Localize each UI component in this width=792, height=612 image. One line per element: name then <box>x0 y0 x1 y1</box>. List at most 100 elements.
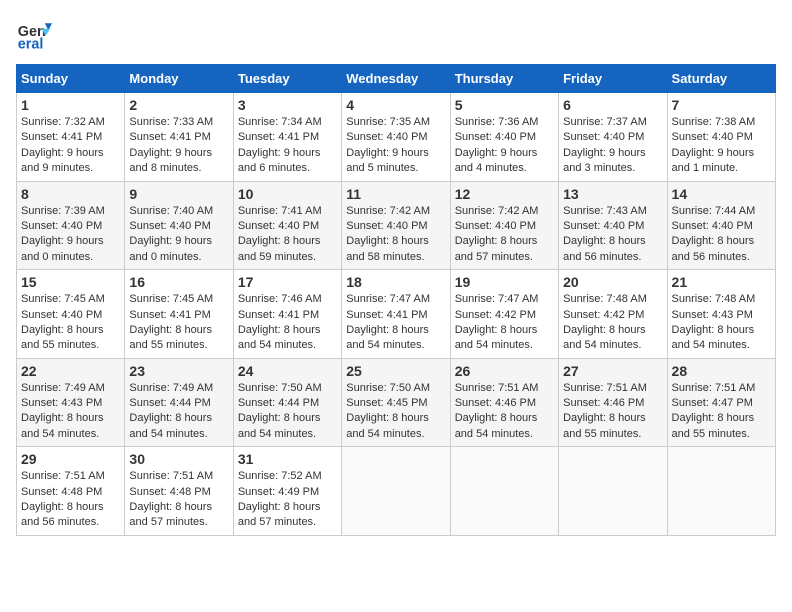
day-info: Sunrise: 7:38 AM Sunset: 4:40 PM Dayligh… <box>672 115 771 177</box>
day-number: 9 <box>129 186 228 202</box>
day-number: 14 <box>672 186 771 202</box>
day-number: 8 <box>21 186 120 202</box>
day-number: 30 <box>129 451 228 467</box>
day-info: Sunrise: 7:39 AM Sunset: 4:40 PM Dayligh… <box>21 204 120 266</box>
day-cell: 29 Sunrise: 7:51 AM Sunset: 4:48 PM Dayl… <box>17 447 125 536</box>
day-cell: 20 Sunrise: 7:48 AM Sunset: 4:42 PM Dayl… <box>559 270 667 359</box>
day-info: Sunrise: 7:35 AM Sunset: 4:40 PM Dayligh… <box>346 115 445 177</box>
day-number: 3 <box>238 97 337 113</box>
day-info: Sunrise: 7:45 AM Sunset: 4:41 PM Dayligh… <box>129 292 228 354</box>
week-row-4: 22 Sunrise: 7:49 AM Sunset: 4:43 PM Dayl… <box>17 358 776 447</box>
logo-icon: Gen eral <box>16 16 52 52</box>
week-row-3: 15 Sunrise: 7:45 AM Sunset: 4:40 PM Dayl… <box>17 270 776 359</box>
day-info: Sunrise: 7:51 AM Sunset: 4:48 PM Dayligh… <box>129 469 228 531</box>
day-cell: 28 Sunrise: 7:51 AM Sunset: 4:47 PM Dayl… <box>667 358 775 447</box>
day-info: Sunrise: 7:40 AM Sunset: 4:40 PM Dayligh… <box>129 204 228 266</box>
day-info: Sunrise: 7:49 AM Sunset: 4:43 PM Dayligh… <box>21 381 120 443</box>
day-number: 12 <box>455 186 554 202</box>
day-info: Sunrise: 7:51 AM Sunset: 4:48 PM Dayligh… <box>21 469 120 531</box>
day-cell: 6 Sunrise: 7:37 AM Sunset: 4:40 PM Dayli… <box>559 93 667 182</box>
day-cell: 2 Sunrise: 7:33 AM Sunset: 4:41 PM Dayli… <box>125 93 233 182</box>
day-cell: 18 Sunrise: 7:47 AM Sunset: 4:41 PM Dayl… <box>342 270 450 359</box>
day-number: 15 <box>21 274 120 290</box>
page-header: Gen eral <box>16 16 776 52</box>
day-cell: 7 Sunrise: 7:38 AM Sunset: 4:40 PM Dayli… <box>667 93 775 182</box>
day-cell: 27 Sunrise: 7:51 AM Sunset: 4:46 PM Dayl… <box>559 358 667 447</box>
day-info: Sunrise: 7:51 AM Sunset: 4:47 PM Dayligh… <box>672 381 771 443</box>
day-number: 17 <box>238 274 337 290</box>
col-header-sunday: Sunday <box>17 65 125 93</box>
day-cell: 12 Sunrise: 7:42 AM Sunset: 4:40 PM Dayl… <box>450 181 558 270</box>
day-cell: 23 Sunrise: 7:49 AM Sunset: 4:44 PM Dayl… <box>125 358 233 447</box>
day-number: 26 <box>455 363 554 379</box>
col-header-thursday: Thursday <box>450 65 558 93</box>
day-cell: 4 Sunrise: 7:35 AM Sunset: 4:40 PM Dayli… <box>342 93 450 182</box>
day-number: 22 <box>21 363 120 379</box>
day-info: Sunrise: 7:32 AM Sunset: 4:41 PM Dayligh… <box>21 115 120 177</box>
day-cell <box>667 447 775 536</box>
day-number: 4 <box>346 97 445 113</box>
day-number: 25 <box>346 363 445 379</box>
day-info: Sunrise: 7:43 AM Sunset: 4:40 PM Dayligh… <box>563 204 662 266</box>
day-info: Sunrise: 7:51 AM Sunset: 4:46 PM Dayligh… <box>455 381 554 443</box>
day-info: Sunrise: 7:51 AM Sunset: 4:46 PM Dayligh… <box>563 381 662 443</box>
day-number: 2 <box>129 97 228 113</box>
day-number: 27 <box>563 363 662 379</box>
day-info: Sunrise: 7:47 AM Sunset: 4:42 PM Dayligh… <box>455 292 554 354</box>
day-cell: 30 Sunrise: 7:51 AM Sunset: 4:48 PM Dayl… <box>125 447 233 536</box>
day-number: 13 <box>563 186 662 202</box>
col-header-tuesday: Tuesday <box>233 65 341 93</box>
day-info: Sunrise: 7:52 AM Sunset: 4:49 PM Dayligh… <box>238 469 337 531</box>
col-header-friday: Friday <box>559 65 667 93</box>
day-info: Sunrise: 7:45 AM Sunset: 4:40 PM Dayligh… <box>21 292 120 354</box>
col-header-wednesday: Wednesday <box>342 65 450 93</box>
day-number: 18 <box>346 274 445 290</box>
day-number: 11 <box>346 186 445 202</box>
day-number: 29 <box>21 451 120 467</box>
day-number: 20 <box>563 274 662 290</box>
day-cell: 17 Sunrise: 7:46 AM Sunset: 4:41 PM Dayl… <box>233 270 341 359</box>
day-number: 24 <box>238 363 337 379</box>
day-cell: 15 Sunrise: 7:45 AM Sunset: 4:40 PM Dayl… <box>17 270 125 359</box>
col-header-saturday: Saturday <box>667 65 775 93</box>
day-cell <box>342 447 450 536</box>
calendar-table: SundayMondayTuesdayWednesdayThursdayFrid… <box>16 64 776 536</box>
day-info: Sunrise: 7:37 AM Sunset: 4:40 PM Dayligh… <box>563 115 662 177</box>
day-number: 19 <box>455 274 554 290</box>
day-info: Sunrise: 7:41 AM Sunset: 4:40 PM Dayligh… <box>238 204 337 266</box>
week-row-1: 1 Sunrise: 7:32 AM Sunset: 4:41 PM Dayli… <box>17 93 776 182</box>
day-cell: 26 Sunrise: 7:51 AM Sunset: 4:46 PM Dayl… <box>450 358 558 447</box>
day-info: Sunrise: 7:44 AM Sunset: 4:40 PM Dayligh… <box>672 204 771 266</box>
day-number: 7 <box>672 97 771 113</box>
day-cell: 24 Sunrise: 7:50 AM Sunset: 4:44 PM Dayl… <box>233 358 341 447</box>
day-cell: 14 Sunrise: 7:44 AM Sunset: 4:40 PM Dayl… <box>667 181 775 270</box>
week-row-5: 29 Sunrise: 7:51 AM Sunset: 4:48 PM Dayl… <box>17 447 776 536</box>
day-info: Sunrise: 7:48 AM Sunset: 4:42 PM Dayligh… <box>563 292 662 354</box>
day-info: Sunrise: 7:36 AM Sunset: 4:40 PM Dayligh… <box>455 115 554 177</box>
day-info: Sunrise: 7:50 AM Sunset: 4:44 PM Dayligh… <box>238 381 337 443</box>
svg-text:eral: eral <box>18 36 44 52</box>
day-cell: 3 Sunrise: 7:34 AM Sunset: 4:41 PM Dayli… <box>233 93 341 182</box>
day-info: Sunrise: 7:50 AM Sunset: 4:45 PM Dayligh… <box>346 381 445 443</box>
day-number: 23 <box>129 363 228 379</box>
day-cell: 9 Sunrise: 7:40 AM Sunset: 4:40 PM Dayli… <box>125 181 233 270</box>
day-cell: 19 Sunrise: 7:47 AM Sunset: 4:42 PM Dayl… <box>450 270 558 359</box>
day-info: Sunrise: 7:46 AM Sunset: 4:41 PM Dayligh… <box>238 292 337 354</box>
day-number: 31 <box>238 451 337 467</box>
day-cell: 25 Sunrise: 7:50 AM Sunset: 4:45 PM Dayl… <box>342 358 450 447</box>
day-number: 21 <box>672 274 771 290</box>
day-info: Sunrise: 7:42 AM Sunset: 4:40 PM Dayligh… <box>455 204 554 266</box>
day-info: Sunrise: 7:47 AM Sunset: 4:41 PM Dayligh… <box>346 292 445 354</box>
day-info: Sunrise: 7:34 AM Sunset: 4:41 PM Dayligh… <box>238 115 337 177</box>
day-info: Sunrise: 7:49 AM Sunset: 4:44 PM Dayligh… <box>129 381 228 443</box>
col-header-monday: Monday <box>125 65 233 93</box>
day-number: 6 <box>563 97 662 113</box>
day-number: 1 <box>21 97 120 113</box>
week-row-2: 8 Sunrise: 7:39 AM Sunset: 4:40 PM Dayli… <box>17 181 776 270</box>
day-cell: 1 Sunrise: 7:32 AM Sunset: 4:41 PM Dayli… <box>17 93 125 182</box>
day-info: Sunrise: 7:42 AM Sunset: 4:40 PM Dayligh… <box>346 204 445 266</box>
logo: Gen eral <box>16 16 56 52</box>
day-info: Sunrise: 7:48 AM Sunset: 4:43 PM Dayligh… <box>672 292 771 354</box>
day-number: 28 <box>672 363 771 379</box>
day-cell: 8 Sunrise: 7:39 AM Sunset: 4:40 PM Dayli… <box>17 181 125 270</box>
